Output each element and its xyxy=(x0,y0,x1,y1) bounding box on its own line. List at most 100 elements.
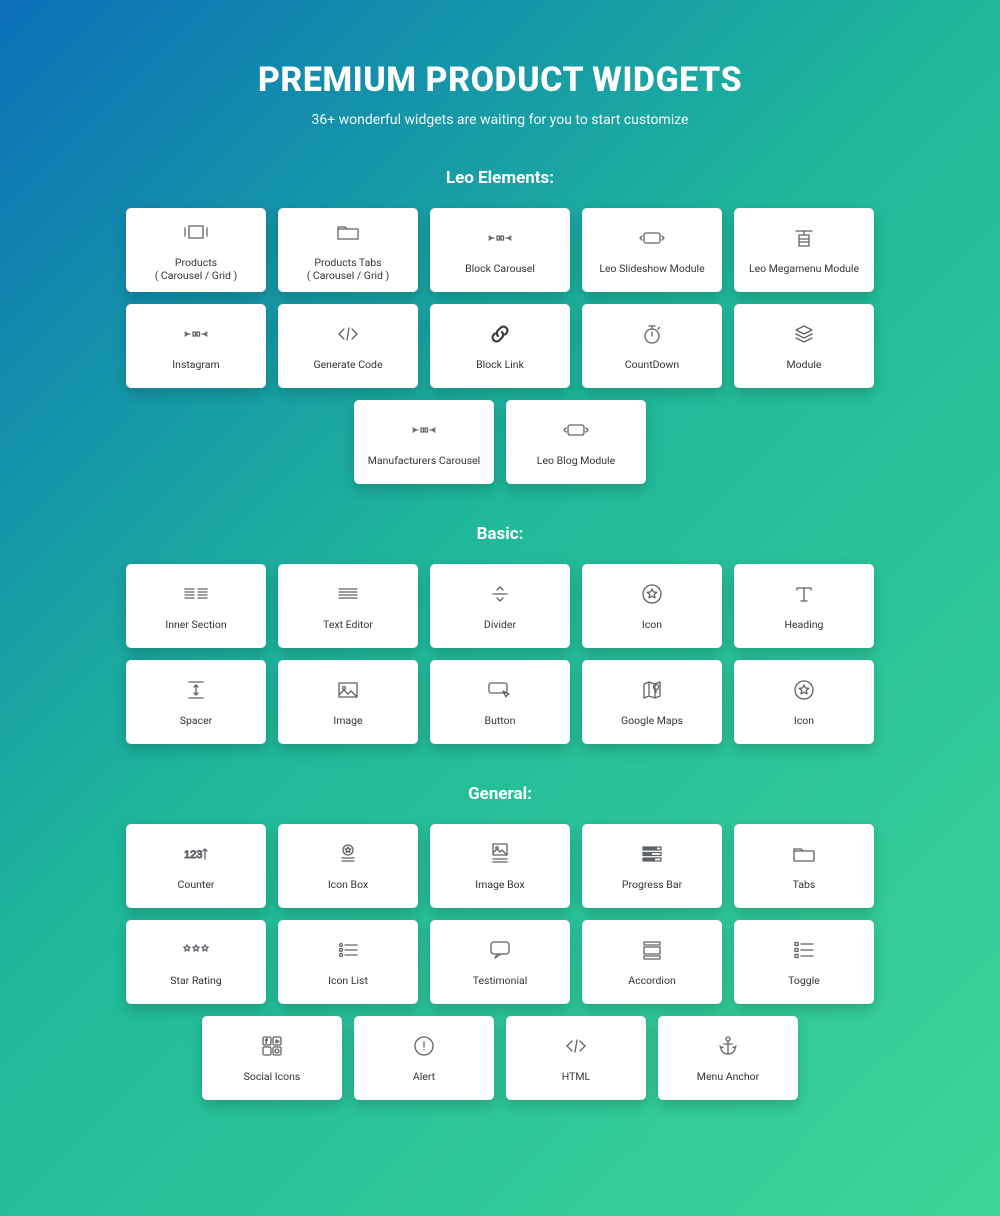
widget-card-button[interactable]: Button xyxy=(430,660,570,744)
grid-basic: Inner Section Text Editor Divider Icon Headi… xyxy=(120,564,880,744)
widget-card-icon-box[interactable]: Icon Box xyxy=(278,824,418,908)
layers-icon xyxy=(793,320,815,348)
star-circle-icon xyxy=(793,676,815,704)
grid-leo: Products( Carousel / Grid ) Products Tabs… xyxy=(120,208,880,484)
anchor-icon xyxy=(718,1032,738,1060)
widget-label: Manufacturers Carousel xyxy=(368,454,480,467)
widget-label: Leo Megamenu Module xyxy=(749,262,859,275)
heading-t-icon xyxy=(793,580,815,608)
widget-card-products[interactable]: Products( Carousel / Grid ) xyxy=(126,208,266,292)
widget-label: Leo Blog Module xyxy=(537,454,615,467)
widget-card-progress-bar[interactable]: Progress Bar xyxy=(582,824,722,908)
code-icon xyxy=(336,320,360,348)
section-label-basic: Basic: xyxy=(30,524,970,544)
widget-label: Social Icons xyxy=(244,1070,301,1083)
divider-icon xyxy=(489,580,511,608)
megamenu-icon xyxy=(792,224,816,252)
slideshow-icon xyxy=(638,224,666,252)
progress-icon xyxy=(641,840,663,868)
widget-card-icon-list[interactable]: Icon List xyxy=(278,920,418,1004)
widget-label: Icon Box xyxy=(328,878,368,891)
widget-label: Image Box xyxy=(475,878,524,891)
widget-card-social-icons[interactable]: f Social Icons xyxy=(202,1016,342,1100)
carousel-icon xyxy=(182,218,210,246)
widget-label: Products Tabs( Carousel / Grid ) xyxy=(307,256,390,282)
widget-card-leo-blog-module[interactable]: Leo Blog Module xyxy=(506,400,646,484)
social-icon: f xyxy=(261,1032,283,1060)
widget-card-text-editor[interactable]: Text Editor xyxy=(278,564,418,648)
accordion-icon xyxy=(641,936,663,964)
widget-card-products-tabs[interactable]: Products Tabs( Carousel / Grid ) xyxy=(278,208,418,292)
widget-card-image[interactable]: Image xyxy=(278,660,418,744)
widget-label: Image xyxy=(333,714,362,727)
widget-card-counter[interactable]: 123 Counter xyxy=(126,824,266,908)
stopwatch-icon xyxy=(642,320,662,348)
toggle-icon xyxy=(793,936,815,964)
slideshow-icon xyxy=(562,416,590,444)
counter-icon: 123 xyxy=(182,840,210,868)
star-circle-icon xyxy=(641,580,663,608)
widget-card-menu-anchor[interactable]: Menu Anchor xyxy=(658,1016,798,1100)
widget-card-accordion[interactable]: Accordion xyxy=(582,920,722,1004)
widget-card-icon[interactable]: Icon xyxy=(582,564,722,648)
widget-card-divider[interactable]: Divider xyxy=(430,564,570,648)
widget-card-tabs[interactable]: Tabs xyxy=(734,824,874,908)
widget-card-toggle[interactable]: Toggle xyxy=(734,920,874,1004)
icon-box-icon xyxy=(338,840,358,868)
folder-icon xyxy=(336,218,360,246)
widget-label: Button xyxy=(485,714,516,727)
svg-text:123: 123 xyxy=(184,849,202,861)
widget-label: Heading xyxy=(785,618,824,631)
widget-card-html[interactable]: HTML xyxy=(506,1016,646,1100)
widget-card-google-maps[interactable]: Google Maps xyxy=(582,660,722,744)
widget-label: Leo Slideshow Module xyxy=(599,262,704,275)
widget-card-module[interactable]: Module xyxy=(734,304,874,388)
folder-icon xyxy=(792,840,816,868)
icon-list-icon xyxy=(337,936,359,964)
widget-card-heading[interactable]: Heading xyxy=(734,564,874,648)
widget-label: Block Carousel xyxy=(465,262,535,275)
widget-card-star-rating[interactable]: Star Rating xyxy=(126,920,266,1004)
widget-card-instagram[interactable]: Instagram xyxy=(126,304,266,388)
widget-card-testimonial[interactable]: Testimonial xyxy=(430,920,570,1004)
widget-label: Tabs xyxy=(793,878,816,891)
map-icon xyxy=(641,676,663,704)
columns-icon xyxy=(183,580,209,608)
widget-card-alert[interactable]: Alert xyxy=(354,1016,494,1100)
widget-label: Accordion xyxy=(628,974,676,987)
widget-card-leo-slideshow-module[interactable]: Leo Slideshow Module xyxy=(582,208,722,292)
widget-card-image-box[interactable]: Image Box xyxy=(430,824,570,908)
widget-card-countdown[interactable]: CountDown xyxy=(582,304,722,388)
section-label-general: General: xyxy=(30,784,970,804)
image-box-icon xyxy=(490,840,510,868)
image-icon xyxy=(337,676,359,704)
widget-label: Menu Anchor xyxy=(697,1070,759,1083)
widget-label: Counter xyxy=(178,878,215,891)
widget-card-inner-section[interactable]: Inner Section xyxy=(126,564,266,648)
widget-label: Spacer xyxy=(180,714,212,727)
widget-card-block-carousel[interactable]: Block Carousel xyxy=(430,208,570,292)
widget-card-manufacturers-carousel[interactable]: Manufacturers Carousel xyxy=(354,400,494,484)
stars-icon xyxy=(181,936,211,964)
widget-card-spacer[interactable]: Spacer xyxy=(126,660,266,744)
widget-label: Inner Section xyxy=(165,618,226,631)
arrows-small-icon xyxy=(487,224,513,252)
widget-label: Icon List xyxy=(328,974,368,987)
widget-card-block-link[interactable]: Block Link xyxy=(430,304,570,388)
widget-label: Instagram xyxy=(172,358,219,371)
widget-label: Testimonial xyxy=(473,974,528,987)
alert-icon xyxy=(413,1032,435,1060)
widget-label: Divider xyxy=(484,618,516,631)
widget-card-generate-code[interactable]: Generate Code xyxy=(278,304,418,388)
widget-label: Products( Carousel / Grid ) xyxy=(155,256,238,282)
widget-label: Icon xyxy=(794,714,814,727)
arrows-small-icon xyxy=(411,416,437,444)
widget-label: HTML xyxy=(562,1070,590,1083)
page-title: PREMIUM PRODUCT WIDGETS xyxy=(30,60,970,100)
widget-card-icon[interactable]: Icon xyxy=(734,660,874,744)
button-icon xyxy=(487,676,513,704)
widget-label: Generate Code xyxy=(313,358,382,371)
widget-label: Progress Bar xyxy=(622,878,682,891)
testimonial-icon xyxy=(489,936,511,964)
widget-card-leo-megamenu-module[interactable]: Leo Megamenu Module xyxy=(734,208,874,292)
